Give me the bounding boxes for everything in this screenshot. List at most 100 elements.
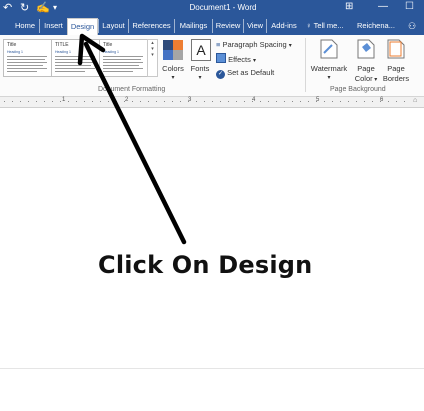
tab-references[interactable]: References [128,19,174,33]
ruler-number: 4 [252,97,256,103]
style-set-title: TITLE [55,42,69,48]
lightbulb-icon: ♀ [306,21,312,30]
ruler-tick [28,101,29,102]
ruler-number: 3 [188,97,192,103]
set-as-default-button[interactable]: ✓ Set as Default [216,68,274,79]
ribbon-display-options-icon[interactable]: ⊞ [345,1,353,12]
tab-add-ins[interactable]: Add-ins [266,19,301,33]
style-set-thumbnail-2[interactable]: TITLE Heading 1 [51,39,100,77]
ruler-tick [292,101,293,102]
ruler-tick [92,101,93,102]
effects-button[interactable]: Effects ▾ [216,53,256,64]
ruler-tick [20,101,21,102]
ruler-tick [164,101,165,102]
page-edge [0,368,424,369]
watermark-icon [320,39,338,59]
tab-design[interactable]: Design [67,18,98,36]
ruler-tick [156,101,157,102]
tab-insert[interactable]: Insert [39,19,67,33]
effects-icon [216,53,226,63]
ruler-tick [12,101,13,102]
ruler-tick [68,101,69,102]
touch-mode-icon[interactable]: ✍ [36,1,50,14]
ruler-tick [180,101,181,102]
right-indent-marker-icon[interactable]: ⌂ [413,97,417,104]
paragraph-spacing-button[interactable]: ≡ Paragraph Spacing ▾ [216,40,292,49]
ruler-tick [212,101,213,102]
design-ribbon: Title Heading 1 TITLE Heading 1 Title He… [0,35,424,97]
watermark-button[interactable]: Watermark ▾ [310,37,348,85]
ruler-tick [332,101,333,102]
page-borders-icon [387,39,405,59]
ruler-tick [404,101,405,102]
undo-icon[interactable]: ↶ [3,1,12,14]
ruler-tick [44,101,45,102]
watermark-label: Watermark [310,64,348,73]
colors-icon [163,40,183,60]
horizontal-ruler[interactable]: 1 2 3 4 5 6 ⌂ [0,97,424,108]
tell-me-label: Tell me... [313,21,344,30]
screenshot: ↶ ↻ ✍ ▾ Document1 - Word ⊞ — ☐ Home Inse… [0,0,424,411]
ruler-tick [244,101,245,102]
set-as-default-label: Set as Default [227,68,275,77]
ruler-tick [388,101,389,102]
ruler-tick [108,101,109,102]
ruler-number: 6 [380,97,384,103]
paragraph-spacing-icon: ≡ [216,40,221,49]
ruler-tick [4,101,5,102]
ruler-tick [172,101,173,102]
minimize-button[interactable]: — [378,1,388,12]
customize-quick-access-icon[interactable]: ▾ [53,3,57,12]
style-set-title: Title [103,42,113,48]
restore-button[interactable]: ☐ [405,1,414,12]
ruler-tick [348,101,349,102]
ruler-tick [116,101,117,102]
fonts-button[interactable]: A Fonts ▾ [188,37,212,85]
style-set-thumbnail-1[interactable]: Title Heading 1 [3,39,52,77]
ruler-tick [372,101,373,102]
ruler-tick [36,101,37,102]
ruler-tick [84,101,85,102]
tab-mailings[interactable]: Mailings [174,19,212,33]
chevron-down-icon: ▾ [252,58,256,64]
effects-label: Effects [228,55,251,64]
checkmark-icon: ✓ [216,70,225,79]
tab-home[interactable]: Home [12,19,38,33]
ruler-number: 5 [316,97,320,103]
ruler-tick [52,101,53,102]
ruler-number: 1 [62,97,66,103]
page-borders-label-line1: Page [387,64,405,73]
page-background-group-label: Page Background [330,86,386,93]
page-color-button[interactable]: Page Color ▾ [352,37,380,85]
paragraph-spacing-label: Paragraph Spacing [222,40,287,49]
group-separator [305,38,306,92]
gallery-scroll[interactable]: ▴ ▾ ▾ [147,39,158,77]
redo-icon[interactable]: ↻ [20,1,29,14]
tab-review[interactable]: Review [212,19,243,33]
style-set-heading: Heading 1 [55,50,71,54]
share-person-icon[interactable]: ⚇ [408,19,416,33]
chevron-down-icon: ▾ [288,43,292,49]
instruction-caption: Click On Design [98,251,313,279]
page-borders-button[interactable]: Page Borders [382,37,410,85]
ruler-tick [188,101,189,102]
gallery-more-icon[interactable]: ▾ [148,52,157,58]
ruler-tick [396,101,397,102]
page-color-label-line2: Color ▾ [354,74,378,83]
ruler-tick [60,101,61,102]
title-bar: ↶ ↻ ✍ ▾ Document1 - Word ⊞ — ☐ [0,0,424,17]
tab-layout[interactable]: Layout [98,19,128,33]
ruler-tick [324,101,325,102]
ruler-tick [276,101,277,102]
ruler-tick [236,101,237,102]
ruler-tick [100,101,101,102]
style-set-heading: Heading 1 [103,50,119,54]
ruler-tick [140,101,141,102]
ruler-tick [308,101,309,102]
colors-button[interactable]: Colors ▾ [160,37,186,85]
account-name[interactable]: Reichena... [357,19,395,33]
style-set-thumbnail-3[interactable]: Title Heading 1 [99,39,148,77]
tab-view[interactable]: View [243,19,266,33]
colors-label: Colors [162,64,184,73]
tell-me-search[interactable]: ♀ Tell me... [306,19,344,33]
